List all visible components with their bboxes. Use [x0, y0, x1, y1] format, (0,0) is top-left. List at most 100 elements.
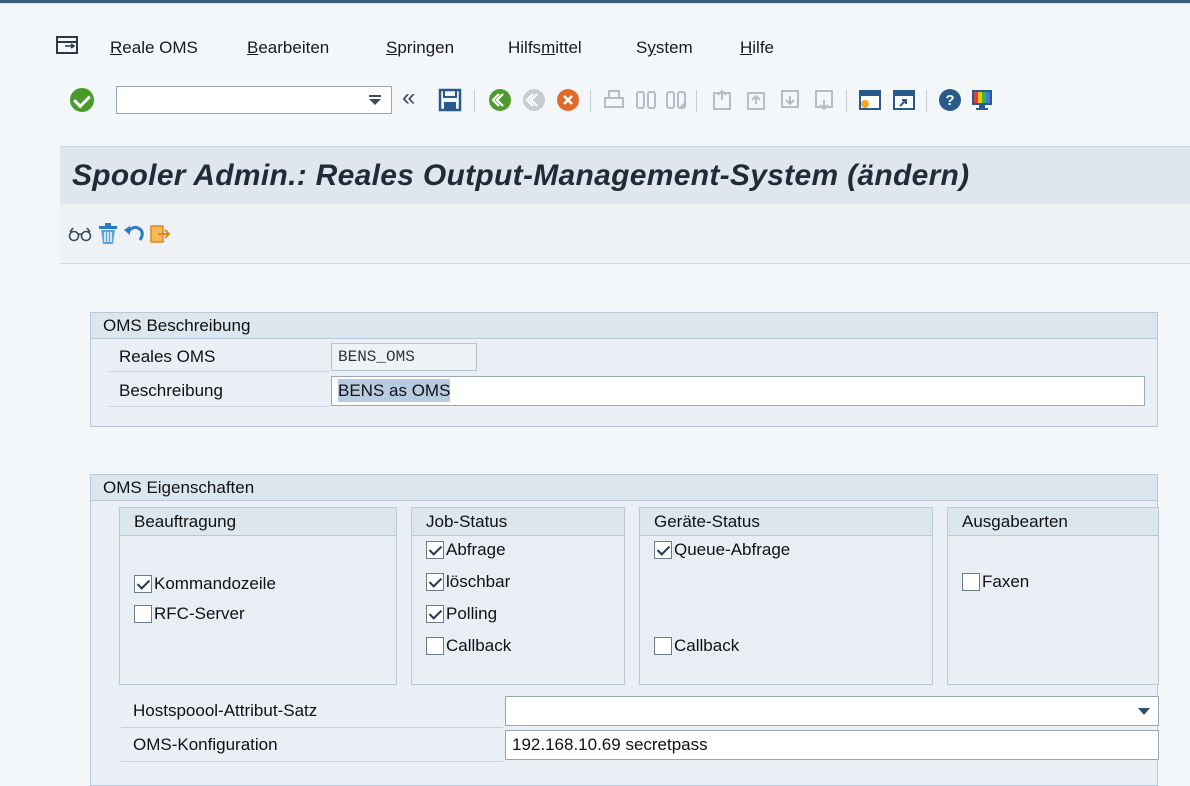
checkbox-box[interactable] [962, 573, 980, 591]
undo-icon[interactable] [122, 222, 146, 246]
abfrage-checkbox[interactable]: Abfrage [426, 540, 506, 560]
last-page-icon [815, 90, 833, 111]
title-bar: Spooler Admin.: Reales Output-Management… [60, 146, 1190, 204]
checkbox-label: Abfrage [446, 540, 506, 559]
checkbox-label: Callback [446, 636, 512, 655]
checkbox-label: Faxen [982, 572, 1030, 591]
oms-beschreibung-group-title: OMS Beschreibung [91, 313, 1157, 339]
checkbox-box[interactable] [654, 541, 672, 559]
menu-hilfsmittel[interactable]: Hilfsmittel [508, 38, 582, 58]
queue-abfrage-checkbox[interactable]: Queue-Abfrage [654, 540, 790, 560]
checkbox-label: Callback [674, 636, 740, 655]
menu-label-part: S [636, 38, 648, 57]
geraete-status-title: Geräte-Status [640, 508, 932, 536]
hostspool-attribut-satz-dropdown[interactable] [505, 696, 1159, 726]
checkbox-label: Queue-Abfrage [674, 540, 791, 559]
menu-label-part: Hilfs [508, 38, 542, 57]
menu-springen[interactable]: Springen [386, 38, 454, 58]
exit-icon [523, 89, 545, 111]
chevron-down-icon[interactable] [1138, 708, 1150, 715]
oms-konfiguration-input[interactable]: 192.168.10.69 secretpass [505, 730, 1159, 760]
menu-label-part: ittel [555, 38, 582, 57]
polling-checkbox[interactable]: Polling [426, 604, 497, 624]
ausgabearten-subgroup: Ausgabearten Faxen [947, 507, 1159, 685]
job-status-title: Job-Status [412, 508, 624, 536]
first-page-icon [713, 89, 731, 110]
beauftragung-subgroup: Beauftragung Kommandozeile RFC-Server [119, 507, 397, 685]
transport-icon[interactable] [148, 222, 172, 246]
find-next-icon [666, 91, 687, 109]
loeschbar-checkbox[interactable]: löschbar [426, 572, 510, 592]
beschreibung-input[interactable]: BENS as OMS [331, 376, 1145, 406]
job-status-subgroup: Job-Status Abfrage löschbar Polling Call… [411, 507, 625, 685]
menu-reale-oms[interactable]: Reale OMS [110, 38, 198, 58]
beauftragung-title: Beauftragung [120, 508, 396, 536]
faxen-checkbox[interactable]: Faxen [962, 572, 1029, 592]
checkbox-box[interactable] [134, 605, 152, 623]
menu-mnemonic: y [647, 38, 656, 57]
menu-bar: Reale OMS Bearbeiten Springen Hilfsmitte… [0, 26, 1190, 66]
menu-label-part: ilfe [752, 38, 775, 57]
checkbox-label: Polling [446, 604, 498, 623]
menu-mnemonic: R [110, 38, 123, 57]
checkbox-label: Kommandozeile [154, 574, 276, 593]
reales-oms-field: BENS_OMS [331, 343, 477, 371]
next-page-icon [781, 90, 799, 108]
row-divider [109, 371, 329, 372]
hide-command-field-icon[interactable]: « [402, 84, 415, 112]
help-icon[interactable]: ? [938, 88, 962, 112]
svg-text:?: ? [945, 92, 954, 109]
checkbox-box[interactable] [426, 541, 444, 559]
oms-beschreibung-group: OMS Beschreibung Reales OMS BENS_OMS Bes… [90, 312, 1158, 427]
row-divider [121, 761, 503, 762]
reales-oms-label: Reales OMS [119, 347, 216, 366]
beschreibung-value: BENS as OMS [338, 379, 451, 402]
menu-system[interactable]: System [636, 38, 693, 58]
oms-konfiguration-label: OMS-Konfiguration [133, 735, 278, 754]
back-icon[interactable] [488, 88, 512, 112]
previous-page-icon [747, 92, 765, 110]
toolbar-separator [474, 90, 475, 112]
checkbox-box[interactable] [134, 575, 152, 593]
oms-eigenschaften-group-title: OMS Eigenschaften [91, 475, 1157, 501]
row-divider [109, 406, 329, 407]
cancel-icon[interactable] [556, 88, 580, 112]
beschreibung-label: Beschreibung [119, 381, 223, 400]
command-field[interactable] [116, 86, 392, 114]
rfc-server-checkbox[interactable]: RFC-Server [134, 604, 245, 624]
menu-mnemonic: m [541, 38, 556, 57]
print-icon [604, 90, 624, 108]
command-history-dropdown-icon[interactable] [369, 95, 381, 105]
row-divider [121, 727, 503, 728]
enter-check-icon[interactable] [70, 88, 94, 112]
menu-icon[interactable] [56, 36, 80, 56]
menu-label-part: stem [655, 38, 693, 57]
display-change-glasses-icon[interactable] [68, 222, 92, 246]
kommandozeile-checkbox[interactable]: Kommandozeile [134, 574, 276, 594]
new-session-icon[interactable] [858, 88, 882, 112]
checkbox-box[interactable] [426, 637, 444, 655]
checkbox-box[interactable] [426, 605, 444, 623]
toolbar-separator [926, 90, 927, 112]
menu-label-part: eale OMS [122, 38, 198, 57]
save-icon[interactable] [438, 88, 462, 112]
checkbox-box[interactable] [654, 637, 672, 655]
toolbar-separator [696, 90, 697, 112]
oms-eigenschaften-group: OMS Eigenschaften Beauftragung Kommandoz… [90, 474, 1159, 786]
menu-bearbeiten[interactable]: Bearbeiten [247, 38, 329, 58]
geraete-callback-checkbox[interactable]: Callback [654, 636, 739, 656]
hostspool-attribut-satz-label: Hostspoool-Attribut-Satz [133, 701, 318, 720]
menu-mnemonic: S [386, 38, 398, 57]
toolbar-separator [846, 90, 847, 112]
menu-hilfe[interactable]: Hilfe [740, 38, 774, 58]
toolbar-separator [590, 90, 591, 112]
delete-trash-icon[interactable] [96, 222, 120, 246]
job-callback-checkbox[interactable]: Callback [426, 636, 511, 656]
checkbox-box[interactable] [426, 573, 444, 591]
oms-konfiguration-value: 192.168.10.69 secretpass [512, 735, 708, 754]
customize-layout-icon[interactable] [970, 88, 994, 112]
shortcut-icon[interactable] [892, 88, 916, 112]
geraete-status-subgroup: Geräte-Status Queue-Abfrage Callback [639, 507, 933, 685]
application-toolbar [60, 204, 1190, 264]
page-title: Spooler Admin.: Reales Output-Management… [72, 159, 970, 192]
